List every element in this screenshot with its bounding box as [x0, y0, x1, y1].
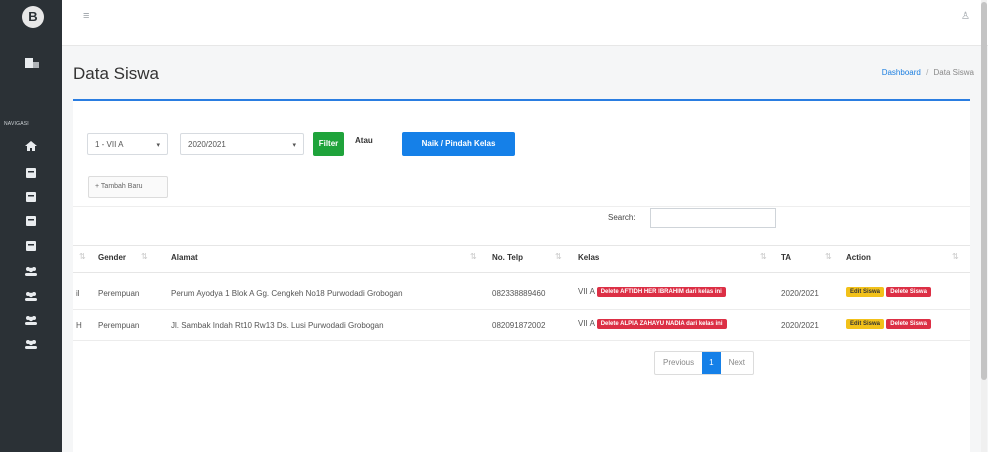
- tambah-baru-button[interactable]: + Tambah Baru: [88, 176, 168, 198]
- column-header-action[interactable]: Action: [846, 253, 871, 262]
- sidebar-section-label: NAVIGASI: [4, 121, 29, 127]
- breadcrumb: Dashboard / Data Siswa: [882, 68, 974, 77]
- delete-siswa-button[interactable]: Delete Siswa: [886, 287, 931, 297]
- table-cell-truncated: H: [76, 321, 82, 330]
- topbar: ≡ ♙: [62, 0, 988, 46]
- home-icon[interactable]: [24, 140, 38, 152]
- user-icon[interactable]: ♙: [961, 11, 970, 22]
- book-icon[interactable]: [24, 215, 38, 227]
- column-header-no-telp[interactable]: No. Telp: [492, 253, 523, 262]
- column-header-gender[interactable]: Gender: [98, 253, 126, 262]
- pagination-page-1[interactable]: 1: [702, 352, 721, 374]
- column-header-alamat[interactable]: Alamat: [171, 253, 198, 262]
- plus-icon: +: [95, 183, 100, 190]
- page-title: Data Siswa: [73, 64, 159, 83]
- table-cell-alamat: Jl. Sambak Indah Rt10 Rw13 Ds. Lusi Purw…: [171, 321, 384, 330]
- sort-icon[interactable]: ⇅: [952, 252, 959, 261]
- tahun-select-value: 2020/2021: [188, 140, 226, 149]
- row-divider: [73, 309, 970, 310]
- delete-from-class-button[interactable]: Delete AFTIDH HER IBRAHIM dari kelas ini: [596, 287, 726, 297]
- users-icon[interactable]: [24, 265, 38, 277]
- search-input[interactable]: [650, 208, 776, 228]
- chevron-down-icon: ▾: [292, 142, 296, 149]
- breadcrumb-separator: /: [926, 68, 929, 77]
- kelas-select[interactable]: 1 - VII A ▾: [87, 133, 168, 155]
- kelas-name: VII A: [578, 319, 595, 329]
- sort-icon[interactable]: ⇅: [825, 252, 832, 261]
- table-cell-action: Edit Siswa Delete Siswa: [846, 287, 931, 297]
- naik-pindah-kelas-button[interactable]: Naik / Pindah Kelas: [402, 132, 515, 156]
- table-cell-kelas: VII A Delete AFTIDH HER IBRAHIM dari kel…: [578, 287, 726, 297]
- table-cell-kelas: VII A Delete ALPIA ZAHAYU NADIA dari kel…: [578, 319, 727, 329]
- search-label: Search:: [608, 213, 636, 222]
- row-divider: [73, 340, 970, 341]
- scrollbar-thumb[interactable]: [981, 2, 987, 380]
- sidebar: B NAVIGASI: [0, 0, 62, 452]
- book-icon[interactable]: [24, 240, 38, 252]
- table-cell-ta: 2020/2021: [781, 321, 819, 330]
- sort-icon[interactable]: ⇅: [760, 252, 767, 261]
- column-header-kelas[interactable]: Kelas: [578, 253, 599, 262]
- atau-label: Atau: [355, 136, 373, 145]
- search-row: [73, 206, 970, 234]
- kelas-name: VII A: [578, 287, 595, 297]
- book-icon[interactable]: [24, 191, 38, 203]
- table-cell-gender: Perempuan: [98, 289, 140, 298]
- sort-icon[interactable]: ⇅: [470, 252, 477, 261]
- sort-icon[interactable]: ⇅: [79, 252, 86, 261]
- table-cell-telp: 082338889460: [492, 289, 546, 298]
- table-cell-truncated: il: [76, 289, 80, 298]
- breadcrumb-current: Data Siswa: [933, 68, 974, 77]
- breadcrumb-dashboard-link[interactable]: Dashboard: [882, 68, 921, 77]
- edit-siswa-button[interactable]: Edit Siswa: [846, 319, 885, 329]
- app-logo[interactable]: B: [22, 6, 44, 28]
- menu-toggle-icon[interactable]: ≡: [83, 10, 89, 22]
- table-cell-alamat: Perum Ayodya 1 Blok A Gg. Cengkeh No18 P…: [171, 289, 403, 298]
- sort-icon[interactable]: ⇅: [555, 252, 562, 261]
- filter-button[interactable]: Filter: [313, 132, 344, 156]
- users-icon[interactable]: [24, 338, 38, 350]
- sort-icon[interactable]: ⇅: [141, 252, 148, 261]
- book-icon[interactable]: [24, 167, 38, 179]
- tambah-baru-label: Tambah Baru: [100, 183, 143, 190]
- tahun-select[interactable]: 2020/2021 ▾: [180, 133, 304, 155]
- table-cell-gender: Perempuan: [98, 321, 140, 330]
- flag-icon: [25, 58, 39, 68]
- delete-from-class-button[interactable]: Delete ALPIA ZAHAYU NADIA dari kelas ini: [596, 319, 727, 329]
- pagination-next[interactable]: Next: [721, 352, 753, 374]
- pagination-previous[interactable]: Previous: [655, 352, 702, 374]
- edit-siswa-button[interactable]: Edit Siswa: [846, 287, 885, 297]
- kelas-select-value: 1 - VII A: [95, 140, 124, 149]
- column-header-ta[interactable]: TA: [781, 253, 791, 262]
- table-cell-action: Edit Siswa Delete Siswa: [846, 319, 931, 329]
- users-icon[interactable]: [24, 290, 38, 302]
- table-cell-telp: 082091872002: [492, 321, 546, 330]
- table-cell-ta: 2020/2021: [781, 289, 819, 298]
- delete-siswa-button[interactable]: Delete Siswa: [886, 319, 931, 329]
- pagination: Previous 1 Next: [654, 351, 755, 375]
- chevron-down-icon: ▾: [156, 142, 160, 149]
- users-icon[interactable]: [24, 314, 38, 326]
